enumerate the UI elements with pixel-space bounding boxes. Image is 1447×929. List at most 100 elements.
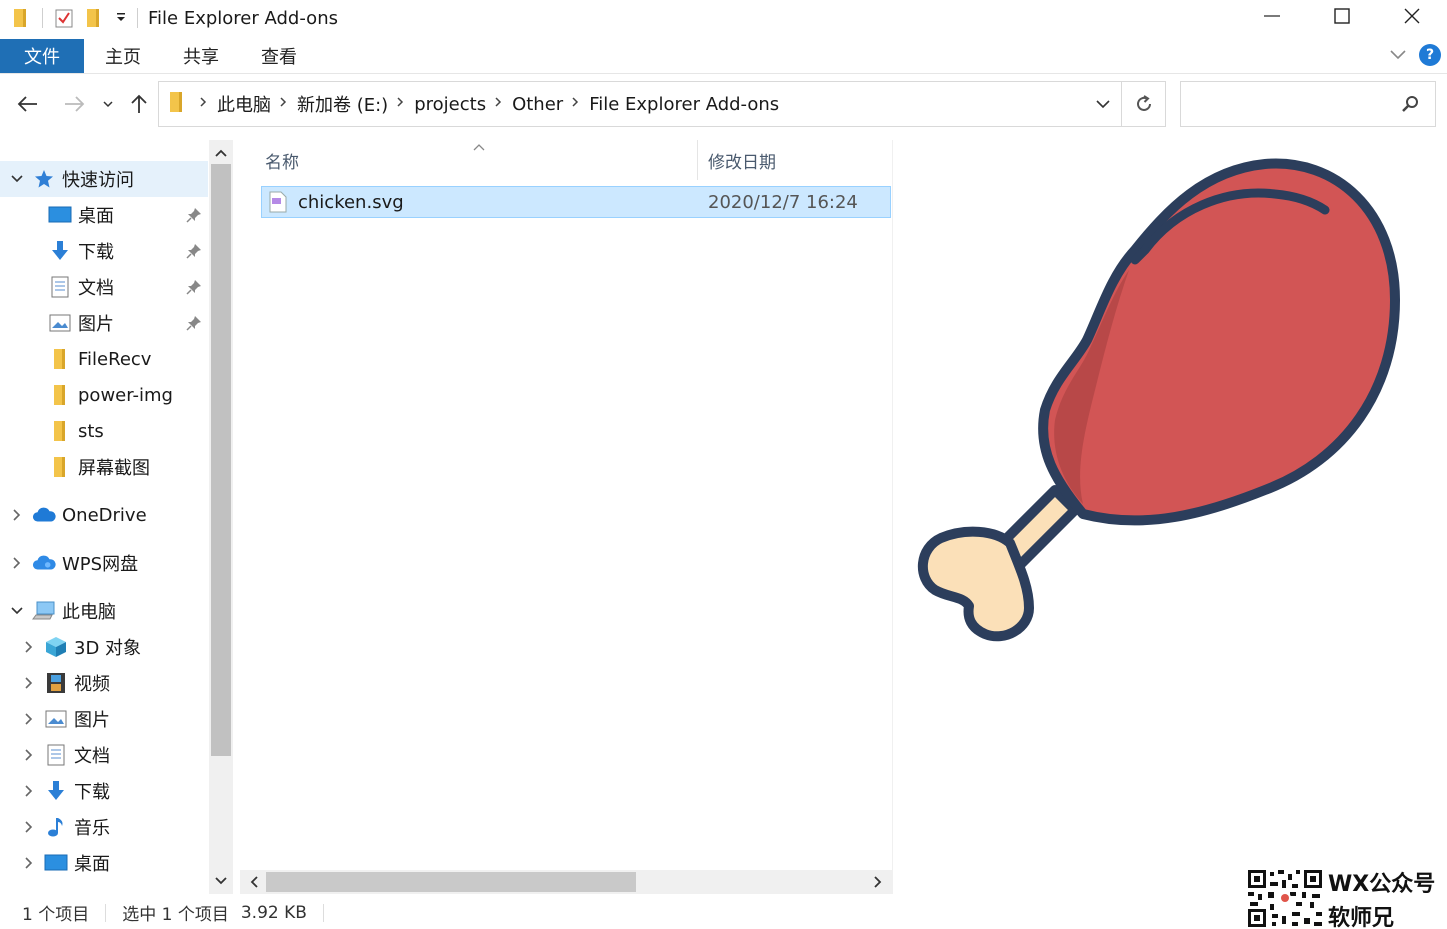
breadcrumb-chevron-right-icon[interactable] xyxy=(199,96,207,112)
new-folder-icon[interactable] xyxy=(83,7,105,29)
breadcrumb-item-drive-e[interactable]: 新加卷 (E:) xyxy=(297,91,388,117)
sidebar-item-downloads[interactable]: 下载 xyxy=(0,233,208,269)
sidebar-item-pictures[interactable]: 图片 xyxy=(0,305,208,341)
window-controls xyxy=(1237,0,1447,34)
sidebar-item-3d-objects[interactable]: 3D 对象 xyxy=(0,629,208,665)
sidebar-item-label: FileRecv xyxy=(78,348,152,370)
sidebar-item-label: 桌面 xyxy=(74,854,110,875)
breadcrumb-item-projects[interactable]: projects xyxy=(414,94,486,115)
sidebar-item-label: 桌面 xyxy=(78,206,114,227)
chevron-right-icon[interactable] xyxy=(22,676,36,690)
recent-locations-chevron-down-icon[interactable] xyxy=(94,92,122,116)
chevron-right-icon[interactable] xyxy=(22,784,36,798)
up-arrow-icon[interactable] xyxy=(125,92,153,116)
sidebar-item-pc-downloads[interactable]: 下载 xyxy=(0,773,208,809)
chevron-right-icon[interactable] xyxy=(10,556,24,570)
sidebar-item-wps[interactable]: WPS网盘 xyxy=(0,545,208,581)
refresh-button[interactable] xyxy=(1121,82,1165,126)
breadcrumb-chevron-right-icon[interactable] xyxy=(571,96,579,112)
scrollbar-thumb[interactable] xyxy=(211,164,231,756)
qr-code-icon xyxy=(1246,868,1324,929)
search-box[interactable] xyxy=(1180,81,1436,127)
minimize-button[interactable] xyxy=(1237,0,1307,32)
maximize-button[interactable] xyxy=(1307,0,1377,32)
sidebar-scrollbar[interactable] xyxy=(209,140,233,894)
column-header-modified[interactable]: 修改日期 xyxy=(708,140,776,180)
file-list-horizontal-scrollbar[interactable] xyxy=(240,870,892,894)
tab-view[interactable]: 查看 xyxy=(240,39,318,73)
column-divider[interactable] xyxy=(697,140,698,180)
breadcrumb-chevron-right-icon[interactable] xyxy=(396,96,404,112)
sidebar-item-label: 屏幕截图 xyxy=(78,458,150,479)
sidebar-item-screenshots[interactable]: 屏幕截图 xyxy=(0,449,208,485)
breadcrumb-item-this-pc[interactable]: 此电脑 xyxy=(217,91,271,117)
search-input[interactable] xyxy=(1189,84,1399,124)
scroll-right-chevron-icon[interactable] xyxy=(866,870,890,894)
chevron-down-icon[interactable] xyxy=(10,606,24,616)
preview-pane xyxy=(905,150,1425,670)
chevron-right-icon[interactable] xyxy=(22,712,36,726)
pin-icon[interactable] xyxy=(186,243,202,264)
sidebar-item-onedrive[interactable]: OneDrive xyxy=(0,497,208,533)
customize-toolbar-chevron-down-icon[interactable] xyxy=(115,11,127,25)
tab-home[interactable]: 主页 xyxy=(84,39,162,73)
sidebar-item-label: 文档 xyxy=(78,278,114,299)
scrollbar-thumb[interactable] xyxy=(266,872,636,892)
folder-icon xyxy=(48,347,72,371)
chevron-right-icon[interactable] xyxy=(10,508,24,522)
sidebar-item-music[interactable]: 音乐 xyxy=(0,809,208,845)
toolbar-separator xyxy=(137,8,138,28)
sidebar-item-pc-desktop[interactable]: 桌面 xyxy=(0,845,208,881)
chevron-right-icon[interactable] xyxy=(22,856,36,870)
navigation-bar: 此电脑 新加卷 (E:) projects Other File Explore… xyxy=(0,78,1447,130)
sidebar-item-sts[interactable]: sts xyxy=(0,413,208,449)
sidebar-item-desktop[interactable]: 桌面 xyxy=(0,197,208,233)
sidebar-item-videos[interactable]: 视频 xyxy=(0,665,208,701)
sidebar-item-label: 3D 对象 xyxy=(74,638,142,659)
film-icon xyxy=(44,671,68,695)
back-arrow-icon[interactable] xyxy=(14,92,42,116)
breadcrumb-chevron-right-icon[interactable] xyxy=(494,96,502,112)
sidebar-item-filerecv[interactable]: FileRecv xyxy=(0,341,208,377)
breadcrumb-item-current-folder[interactable]: File Explorer Add-ons xyxy=(589,94,779,115)
address-history-chevron-down-icon[interactable] xyxy=(1095,94,1111,115)
help-icon[interactable]: ? xyxy=(1419,44,1441,66)
sidebar-item-power-img[interactable]: power-img xyxy=(0,377,208,413)
sidebar-item-this-pc[interactable]: 此电脑 xyxy=(0,593,208,629)
breadcrumb-item-other[interactable]: Other xyxy=(512,94,563,115)
sidebar-item-label: 视频 xyxy=(74,674,110,695)
sidebar-item-label: sts xyxy=(78,420,104,442)
sidebar-item-pc-pictures[interactable]: 图片 xyxy=(0,701,208,737)
properties-icon[interactable] xyxy=(53,7,75,29)
column-header-name[interactable]: 名称 xyxy=(265,140,299,180)
address-bar[interactable]: 此电脑 新加卷 (E:) projects Other File Explore… xyxy=(158,81,1166,127)
scroll-left-chevron-icon[interactable] xyxy=(242,870,266,894)
chevron-right-icon[interactable] xyxy=(22,820,36,834)
search-icon[interactable] xyxy=(1401,94,1421,119)
scroll-up-chevron-icon[interactable] xyxy=(209,142,233,164)
item-count: 1 个项目 xyxy=(22,905,90,925)
status-separator xyxy=(105,903,107,922)
sidebar-item-label: OneDrive xyxy=(62,504,147,526)
expand-ribbon-chevron-down-icon[interactable] xyxy=(1389,45,1407,66)
folder-icon xyxy=(48,383,72,407)
sidebar-item-documents[interactable]: 文档 xyxy=(0,269,208,305)
pin-icon[interactable] xyxy=(186,315,202,336)
forward-arrow-icon[interactable] xyxy=(60,92,88,116)
table-row[interactable]: chicken.svg 2020/12/7 16:24 xyxy=(261,186,891,218)
breadcrumb-chevron-right-icon[interactable] xyxy=(279,96,287,112)
scroll-down-chevron-icon[interactable] xyxy=(209,870,233,892)
preview-pane-divider[interactable] xyxy=(892,140,893,894)
chevron-down-icon[interactable] xyxy=(10,174,24,184)
close-button[interactable] xyxy=(1377,0,1447,32)
sidebar-item-quick-access[interactable]: 快速访问 xyxy=(0,161,208,197)
sidebar-item-label: power-img xyxy=(78,384,173,406)
tab-file[interactable]: 文件 xyxy=(0,39,84,73)
sidebar-item-pc-documents[interactable]: 文档 xyxy=(0,737,208,773)
cloud-icon xyxy=(32,551,56,575)
chevron-right-icon[interactable] xyxy=(22,748,36,762)
pin-icon[interactable] xyxy=(186,207,202,228)
tab-share[interactable]: 共享 xyxy=(162,39,240,73)
pin-icon[interactable] xyxy=(186,279,202,300)
chevron-right-icon[interactable] xyxy=(22,640,36,654)
